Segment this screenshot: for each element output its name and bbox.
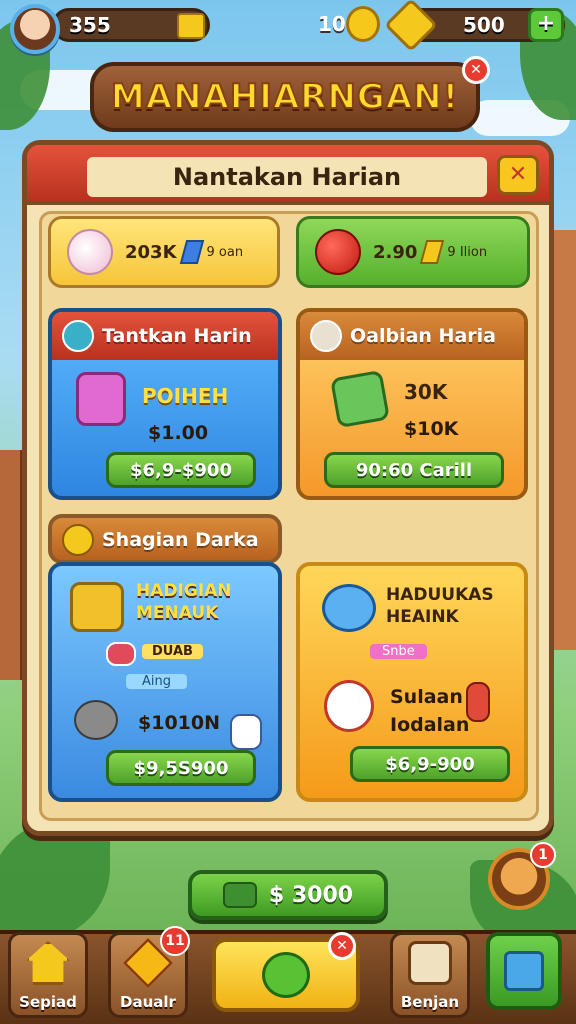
nav-label: Benjan xyxy=(400,993,460,1011)
card-header: Shagian Darka xyxy=(52,518,278,560)
panel-header: Nantakan Harian ✕ xyxy=(27,145,549,205)
reward-strip-2[interactable]: 2.90 9 Ilion xyxy=(296,216,530,288)
nav-daily-badge: 11 xyxy=(160,926,190,956)
tag-2: Aing xyxy=(126,674,187,689)
menu-button[interactable] xyxy=(486,932,562,1010)
nav-dice[interactable]: Benjan xyxy=(390,932,470,1018)
gold-crystal-icon xyxy=(420,240,445,264)
card-icon xyxy=(106,642,136,666)
add-gems-button[interactable]: + xyxy=(528,8,564,42)
buy-pack-2-button[interactable]: $6,9-900 xyxy=(350,746,510,782)
reward-sub: 9 oan xyxy=(206,244,244,260)
buy-pack-1-button[interactable]: $9,5S900 xyxy=(106,750,256,786)
house-decoration xyxy=(0,450,24,680)
item-price: $10K xyxy=(404,418,459,440)
section-title: Shagian Darka xyxy=(102,529,259,551)
trophy-icon xyxy=(62,524,94,556)
card-header: Tantkan Harin xyxy=(52,312,278,360)
pack-card-2[interactable]: HADUUKAS HEAINK Snbe Sulaan Iodalan $6,9… xyxy=(296,562,528,802)
special-section-header: Shagian Darka xyxy=(48,514,282,564)
pack-line-2: Iodalan xyxy=(390,714,470,736)
card-body: 30K $10K 90:60 Carill xyxy=(300,360,524,496)
house-icon xyxy=(26,941,70,985)
claim-cash-button[interactable]: $ 3000 xyxy=(188,870,388,920)
gold-bar-icon xyxy=(177,13,205,39)
tag-1: Snbe xyxy=(370,644,427,659)
chat-icon xyxy=(262,952,310,998)
pack-title: HADUUKAS HEAINK xyxy=(386,585,494,627)
claim-label: $ 3000 xyxy=(268,882,354,908)
card-body: POIHEH $1.00 $6,9-$900 xyxy=(52,360,278,496)
menu-icon xyxy=(504,951,544,991)
item-price: $1.00 xyxy=(148,422,209,444)
nav-home[interactable]: Sepiad xyxy=(8,932,88,1018)
turnip-icon xyxy=(67,229,113,275)
panel-title: Nantakan Harian xyxy=(87,157,487,197)
nav-label: Sepiad xyxy=(19,993,77,1011)
cash-stack-icon xyxy=(222,882,257,908)
cat-icon xyxy=(74,700,118,740)
tag-1: DUAB xyxy=(142,644,203,659)
pack-price: $1010N xyxy=(138,712,221,734)
chef-icon xyxy=(324,680,374,732)
chat-dismiss-button[interactable]: ✕ xyxy=(328,932,356,960)
gold-counter[interactable]: 355 xyxy=(52,8,210,42)
hay-bale-icon xyxy=(70,582,124,632)
item-name: POIHEH xyxy=(142,384,229,408)
task-card-bonus[interactable]: Oalbian Haria 30K $10K 90:60 Carill xyxy=(296,308,528,500)
compass-icon xyxy=(62,320,94,352)
coin-icon xyxy=(346,6,380,42)
card-title: Oalbian Haria xyxy=(350,325,496,347)
pencil-cup-icon xyxy=(310,320,342,352)
title-banner: MANAHIARNGAN! xyxy=(90,62,480,132)
player-avatar[interactable] xyxy=(10,4,60,54)
dice-icon xyxy=(408,941,452,985)
torch-icon xyxy=(466,682,490,722)
gold-value: 355 xyxy=(69,13,111,37)
tools-icon[interactable]: ✕ xyxy=(497,155,539,195)
crystal-icon xyxy=(179,240,204,264)
friend-notification-badge: 1 xyxy=(530,842,556,868)
buy-button[interactable]: $6,9-$900 xyxy=(106,452,256,488)
drink-icon xyxy=(230,714,262,750)
task-card-daily[interactable]: Tantkan Harin POIHEH $1.00 $6,9-$900 xyxy=(48,308,282,500)
nav-label: Daualr xyxy=(120,993,176,1011)
reward-strip-1[interactable]: 203K 9 oan xyxy=(48,216,280,288)
blue-creature-icon xyxy=(322,584,376,632)
pack-title: HADIGIAN MENAUK xyxy=(136,581,232,623)
pack-card-1[interactable]: HADIGIAN MENAUK DUAB Aing $1010N $9,5S90… xyxy=(48,562,282,802)
game-title: MANAHIARNGAN! xyxy=(110,76,460,118)
leaf-decoration xyxy=(0,820,110,940)
close-button[interactable]: ✕ xyxy=(462,56,490,84)
pack-line-1: Sulaan xyxy=(390,686,463,708)
gem-value: 500 xyxy=(463,13,505,37)
card-header: Oalbian Haria xyxy=(300,312,524,360)
coin-value: 10 xyxy=(318,12,346,36)
gift-box-icon xyxy=(76,372,126,426)
reward-amount: 2.90 xyxy=(373,241,418,263)
reward-amount: 203K xyxy=(125,241,177,263)
card-title: Tantkan Harin xyxy=(102,325,252,347)
reward-sub: 9 Ilion xyxy=(447,244,488,260)
item-amount: 30K xyxy=(404,380,448,404)
claim-bonus-button[interactable]: 90:60 Carill xyxy=(324,452,504,488)
top-bar: 355 10 500 + xyxy=(0,0,576,56)
berry-icon xyxy=(315,229,361,275)
ticket-icon xyxy=(330,369,390,429)
